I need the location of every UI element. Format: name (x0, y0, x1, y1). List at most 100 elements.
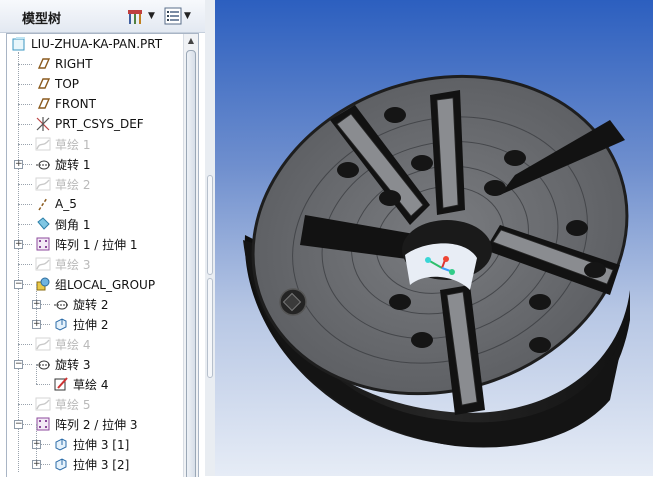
tree-line (18, 144, 32, 145)
tree-item-label: 旋转 2 (73, 297, 109, 312)
tree-line (18, 104, 32, 105)
tree-item-label: A_5 (55, 197, 77, 211)
graphics-viewport[interactable] (215, 0, 653, 476)
tree-item[interactable]: FRONT (35, 94, 96, 114)
chevron-down-icon: ▼ (148, 11, 155, 21)
tree-settings-button[interactable]: ▼ (126, 6, 155, 26)
tree-item[interactable]: 旋转 3 (35, 354, 90, 374)
expand-icon[interactable]: + (14, 160, 23, 169)
tree-item-label: 倒角 1 (55, 217, 91, 232)
tree-item[interactable]: 草绘 2 (35, 174, 90, 194)
tools-icon (128, 10, 142, 24)
tree-item-label: 草绘 4 (55, 337, 91, 352)
extrude-icon (55, 458, 67, 471)
tree-item[interactable]: 阵列 2 / 拉伸 3 (35, 414, 138, 434)
tree-item-label: 草绘 1 (55, 137, 91, 152)
tree-scrollbar[interactable]: ▲ (183, 34, 198, 477)
panel-splitter[interactable] (205, 0, 215, 476)
scrollbar-thumb[interactable] (186, 50, 196, 477)
panel-title: 模型树 (22, 12, 62, 27)
tree-root[interactable]: LIU-ZHUA-KA-PAN.PRT (11, 34, 162, 54)
tree-show-button[interactable]: ▼ (164, 6, 191, 26)
scroll-up-arrow-icon[interactable]: ▲ (184, 34, 198, 48)
tree-line (36, 384, 50, 385)
tree-item-label: RIGHT (55, 57, 93, 71)
coordinate-system-icon (36, 117, 50, 131)
tree-root-label: LIU-ZHUA-KA-PAN.PRT (31, 37, 163, 51)
tree-item-label: 拉伸 2 (73, 317, 109, 332)
datum-axis-icon (38, 197, 48, 211)
tree-item[interactable]: 阵列 1 / 拉伸 1 (35, 234, 138, 254)
collapse-icon[interactable]: − (14, 420, 23, 429)
pattern-icon (36, 417, 50, 431)
tree-line (18, 224, 32, 225)
tree-item-label: 草绘 4 (73, 377, 109, 392)
tree-item-label: 旋转 3 (55, 357, 91, 372)
tree-item[interactable]: 草绘 4 (53, 374, 108, 394)
model-tree-panel: 模型树 ▼ ▼ LIU-ZHUA-KA-PAN.PRT RIGHT TOP FR… (0, 0, 206, 477)
tree-line (18, 204, 32, 205)
tree-item-label: 拉伸 3 [1] (73, 437, 130, 452)
tree-line (18, 64, 32, 65)
tree-item-label: 草绘 3 (55, 257, 91, 272)
tree-line (18, 52, 19, 472)
tree-item-label: 组LOCAL_GROUP (55, 277, 156, 292)
datum-plane-icon (37, 98, 51, 109)
tree-item[interactable]: 草绘 3 (35, 254, 90, 274)
splitter-grip-bottom[interactable] (207, 278, 213, 378)
tree-item[interactable]: A_5 (35, 194, 77, 214)
group-icon (36, 277, 50, 291)
sketch-icon (35, 177, 51, 191)
expand-icon[interactable]: + (32, 320, 41, 329)
datum-plane-icon (37, 78, 51, 89)
tree-line (18, 404, 32, 405)
revolve-icon (36, 160, 50, 170)
collapse-icon[interactable]: − (14, 280, 23, 289)
expand-icon[interactable]: + (14, 240, 23, 249)
tree-item-label: 草绘 5 (55, 397, 91, 412)
tree-line (18, 344, 32, 345)
tree-item[interactable]: 草绘 5 (35, 394, 90, 414)
chuck-model[interactable] (215, 0, 653, 476)
tree-item-label: PRT_CSYS_DEF (55, 117, 144, 131)
tree-item-label: 阵列 2 / 拉伸 3 (55, 417, 138, 432)
tree-list-icon (164, 7, 182, 25)
sketch-edit-icon (54, 377, 68, 391)
tree-item[interactable]: TOP (35, 74, 79, 94)
sketch-icon (35, 137, 51, 151)
tree-item-label: 草绘 2 (55, 177, 91, 192)
tree-item[interactable]: RIGHT (35, 54, 93, 74)
tree-item[interactable]: 拉伸 3 [2] (53, 454, 129, 474)
tree-line (18, 84, 32, 85)
chevron-down-icon: ▼ (184, 11, 191, 21)
revolve-icon (36, 360, 50, 370)
part-icon (12, 37, 25, 51)
collapse-icon[interactable]: − (14, 360, 23, 369)
tree-item[interactable]: 草绘 1 (35, 134, 90, 154)
extrude-icon (55, 318, 67, 331)
extrude-icon (55, 438, 67, 451)
sketch-icon (35, 397, 51, 411)
pattern-icon (36, 237, 50, 251)
tree-item[interactable]: 拉伸 3 [1] (53, 434, 129, 454)
tree-item[interactable]: PRT_CSYS_DEF (35, 114, 144, 134)
tree-item[interactable]: 拉伸 2 (53, 314, 108, 334)
tree-item[interactable]: 旋转 1 (35, 154, 90, 174)
sketch-icon (35, 257, 51, 271)
tree-item[interactable]: 倒角 1 (35, 214, 90, 234)
tree-item-label: 阵列 1 / 拉伸 1 (55, 237, 138, 252)
tree-item-label: 拉伸 3 [2] (73, 457, 130, 472)
model-tree-header: 模型树 ▼ ▼ (0, 0, 205, 33)
datum-plane-icon (37, 58, 51, 69)
tree-line (36, 364, 37, 384)
sketch-icon (35, 337, 51, 351)
tree-item[interactable]: 组LOCAL_GROUP (35, 274, 155, 294)
tree-item[interactable]: 草绘 4 (35, 334, 90, 354)
splitter-grip-top[interactable] (207, 175, 213, 275)
tree-line (18, 264, 32, 265)
tree-line (18, 184, 32, 185)
tree-item[interactable]: 旋转 2 (53, 294, 108, 314)
tree-item-label: TOP (55, 77, 80, 91)
chamfer-icon (37, 217, 50, 230)
expand-icon[interactable]: + (32, 460, 41, 469)
